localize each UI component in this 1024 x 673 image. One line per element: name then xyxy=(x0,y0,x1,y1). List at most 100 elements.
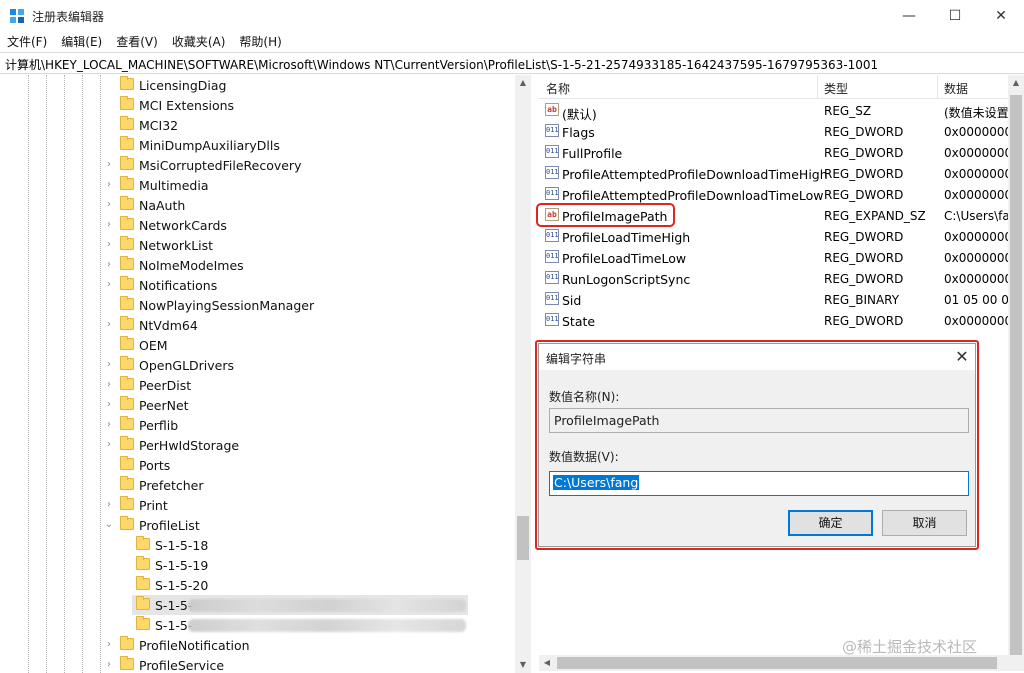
tree-item-label: ProfileNotification xyxy=(139,638,250,653)
address-bar[interactable]: 计算机\HKEY_LOCAL_MACHINE\SOFTWARE\Microsof… xyxy=(0,52,1024,74)
tree-item[interactable]: Ports xyxy=(0,455,515,475)
column-header-data[interactable]: 数据 xyxy=(944,80,968,97)
ok-button[interactable]: 确定 xyxy=(788,510,873,536)
chevron-right-icon[interactable] xyxy=(104,78,114,92)
tree-item[interactable]: › NetworkList xyxy=(0,235,515,255)
chevron-right-icon[interactable]: › xyxy=(104,318,114,332)
value-row[interactable]: 011 State REG_DWORD 0x00000000 ( xyxy=(539,310,1024,331)
tree-item[interactable]: MCI Extensions xyxy=(0,95,515,115)
chevron-right-icon[interactable]: › xyxy=(104,198,114,212)
scroll-down-icon[interactable]: ▼ xyxy=(515,657,531,673)
tree-item[interactable]: › MsiCorruptedFileRecovery xyxy=(0,155,515,175)
value-row[interactable]: 011 Flags REG_DWORD 0x00000000 ( xyxy=(539,121,1024,142)
minimize-button[interactable]: — xyxy=(886,0,932,31)
chevron-down-icon[interactable]: ⌄ xyxy=(104,518,114,532)
chevron-right-icon[interactable]: › xyxy=(104,438,114,452)
menu-favorites[interactable]: 收藏夹(A) xyxy=(165,31,233,51)
tree-item[interactable]: › Notifications xyxy=(0,275,515,295)
scroll-thumb[interactable] xyxy=(1010,95,1022,655)
chevron-right-icon[interactable]: › xyxy=(104,498,114,512)
chevron-right-icon[interactable] xyxy=(104,338,114,352)
tree-item[interactable]: › NaAuth xyxy=(0,195,515,215)
chevron-right-icon[interactable] xyxy=(104,458,114,472)
column-header-type[interactable]: 类型 xyxy=(824,80,848,97)
column-divider[interactable] xyxy=(817,75,818,99)
value-row[interactable]: 011 FullProfile REG_DWORD 0x00000001 ( xyxy=(539,142,1024,163)
menu-help[interactable]: 帮助(H) xyxy=(232,31,288,51)
tree-item[interactable]: S-1-5-19 xyxy=(0,555,515,575)
value-data-selected-text[interactable]: C:\Users\fang xyxy=(553,475,640,490)
menu-view[interactable]: 查看(V) xyxy=(109,31,165,51)
tree-item[interactable]: › ProfileService xyxy=(0,655,515,673)
tree-item-profilelist[interactable]: ⌄ ProfileList xyxy=(0,515,515,535)
tree-item[interactable]: › NtVdm64 xyxy=(0,315,515,335)
chevron-right-icon[interactable]: › xyxy=(104,398,114,412)
tree-item[interactable]: › PerHwIdStorage xyxy=(0,435,515,455)
chevron-right-icon[interactable]: › xyxy=(104,418,114,432)
value-name-field: ProfileImagePath xyxy=(549,408,969,433)
tree-item[interactable]: S-1-5-20 xyxy=(0,575,515,595)
chevron-right-icon[interactable] xyxy=(104,138,114,152)
tree-item[interactable]: MCI32 xyxy=(0,115,515,135)
chevron-right-icon[interactable] xyxy=(104,98,114,112)
tree-item[interactable]: LicensingDiag xyxy=(0,75,515,95)
dialog-close-button[interactable]: ✕ xyxy=(951,346,973,368)
scroll-up-icon[interactable]: ▲ xyxy=(515,75,531,91)
chevron-right-icon[interactable]: › xyxy=(104,638,114,652)
value-name-label: 数值名称(N): xyxy=(549,390,620,404)
tree-item[interactable]: OEM xyxy=(0,335,515,355)
list-vertical-scrollbar[interactable]: ▲ xyxy=(1008,75,1024,655)
tree-item[interactable]: › OpenGLDrivers xyxy=(0,355,515,375)
cancel-button[interactable]: 取消 xyxy=(882,510,967,536)
close-button[interactable]: ✕ xyxy=(978,0,1024,31)
tree-item[interactable]: › PeerNet xyxy=(0,395,515,415)
tree-item[interactable]: › NoImeModeImes xyxy=(0,255,515,275)
value-data: (数值未设置) xyxy=(944,106,1014,120)
value-row[interactable]: 011 ProfileLoadTimeLow REG_DWORD 0x00000000… xyxy=(539,247,1024,268)
scroll-thumb[interactable] xyxy=(517,516,529,560)
chevron-right-icon[interactable]: › xyxy=(104,238,114,252)
chevron-right-icon[interactable] xyxy=(104,298,114,312)
chevron-right-icon[interactable]: › xyxy=(104,358,114,372)
maximize-button[interactable]: ☐ xyxy=(932,0,978,31)
scroll-thumb[interactable] xyxy=(557,657,997,669)
chevron-right-icon[interactable]: › xyxy=(104,158,114,172)
chevron-right-icon[interactable]: › xyxy=(104,218,114,232)
value-row[interactable]: ab (默认) REG_SZ (数值未设置) xyxy=(539,100,1024,122)
address-path[interactable]: 计算机\HKEY_LOCAL_MACHINE\SOFTWARE\Microsof… xyxy=(5,56,878,73)
value-row[interactable]: 011 ProfileLoadTimeHigh REG_DWORD 0x0000000… xyxy=(539,226,1024,247)
tree-item[interactable]: › NetworkCards xyxy=(0,215,515,235)
list-horizontal-scrollbar[interactable]: ◀ xyxy=(539,655,1024,671)
tree-item[interactable]: › PeerDist xyxy=(0,375,515,395)
tree-item[interactable]: MiniDumpAuxiliaryDlls xyxy=(0,135,515,155)
chevron-right-icon[interactable]: › xyxy=(104,658,114,672)
tree-item[interactable]: › ProfileNotification xyxy=(0,635,515,655)
tree-vertical-scrollbar[interactable]: ▲ ▼ xyxy=(515,75,531,673)
tree-item[interactable]: › Perflib xyxy=(0,415,515,435)
value-row[interactable]: 011 RunLogonScriptSync REG_DWORD 0x00000000… xyxy=(539,268,1024,289)
scroll-up-icon[interactable]: ▲ xyxy=(1008,75,1024,91)
menu-file[interactable]: 文件(F) xyxy=(0,31,54,51)
scroll-left-icon[interactable]: ◀ xyxy=(539,655,555,671)
column-header-name[interactable]: 名称 xyxy=(546,80,570,97)
chevron-right-icon[interactable] xyxy=(104,118,114,132)
tree-item[interactable]: NowPlayingSessionManager xyxy=(0,295,515,315)
tree-item[interactable]: S-1-5-18 xyxy=(0,535,515,555)
value-data-input[interactable]: C:\Users\fang xyxy=(549,471,969,496)
tree-item[interactable]: › Multimedia xyxy=(0,175,515,195)
folder-icon xyxy=(120,216,134,230)
chevron-right-icon[interactable]: › xyxy=(104,178,114,192)
chevron-right-icon[interactable]: › xyxy=(104,278,114,292)
tree-item[interactable]: Prefetcher xyxy=(0,475,515,495)
value-row[interactable]: 011 ProfileAttemptedProfileDownloadTimeLo… xyxy=(539,184,1024,205)
value-row[interactable]: 011 ProfileAttemptedProfileDownloadTimeHi… xyxy=(539,163,1024,184)
tree-item-selected[interactable]: S-1-5- xyxy=(0,595,515,615)
menu-edit[interactable]: 编辑(E) xyxy=(54,31,109,51)
value-row[interactable]: 011 Sid REG_BINARY 01 05 00 00 0 xyxy=(539,289,1024,310)
tree-item[interactable]: S-1-5- xyxy=(0,615,515,635)
chevron-right-icon[interactable] xyxy=(104,478,114,492)
chevron-right-icon[interactable]: › xyxy=(104,258,114,272)
column-divider[interactable] xyxy=(937,75,938,99)
tree-item[interactable]: › Print xyxy=(0,495,515,515)
chevron-right-icon[interactable]: › xyxy=(104,378,114,392)
